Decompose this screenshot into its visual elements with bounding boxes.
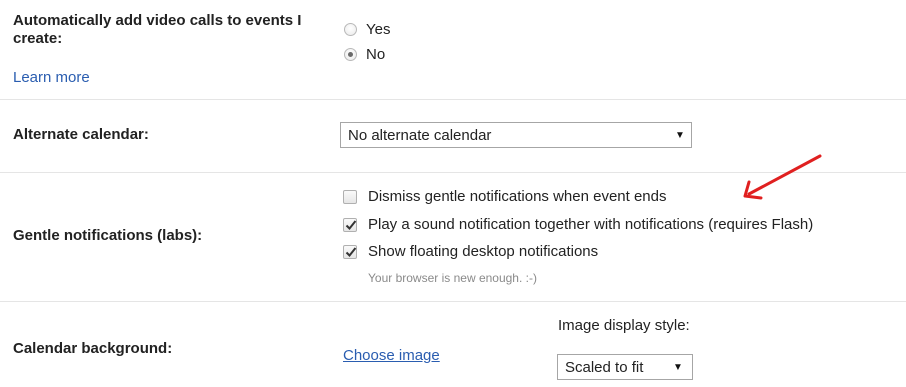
alternate-calendar-select[interactable]: No alternate calendar ▼ [340,122,692,148]
dismiss-gentle-option[interactable]: Dismiss gentle notifications when event … [343,188,743,206]
display-style-select[interactable]: Scaled to fit ▼ [557,354,693,380]
display-style-label: Image display style: [558,317,690,334]
play-sound-option[interactable]: Play a sound notification together with … [343,216,893,234]
dismiss-gentle-checkbox[interactable] [343,190,357,204]
checkmark-icon [345,220,357,230]
chevron-down-icon: ▼ [675,130,685,141]
radio-no-label: No [366,46,386,63]
choose-image-link[interactable]: Choose image [343,347,440,364]
annotation-arrow-icon [743,154,822,200]
learn-more-link[interactable]: Learn more [13,69,90,86]
floating-desktop-label: Show floating desktop notifications [368,243,599,260]
play-sound-label: Play a sound notification together with … [368,216,814,233]
radio-no-option[interactable]: No [344,46,424,64]
display-style-value: Scaled to fit [565,359,644,376]
section-divider [0,99,906,100]
play-sound-checkbox[interactable] [343,218,357,232]
radio-yes[interactable] [344,23,357,36]
browser-note: Your browser is new enough. :-) [368,271,537,285]
checkmark-icon [345,247,357,257]
alternate-calendar-value: No alternate calendar [348,127,492,144]
radio-yes-label: Yes [366,21,391,38]
alternate-calendar-label: Alternate calendar: [13,126,149,143]
radio-yes-option[interactable]: Yes [344,21,424,39]
floating-desktop-checkbox[interactable] [343,245,357,259]
section-divider [0,301,906,302]
chevron-down-icon: ▼ [673,362,683,373]
radio-no[interactable] [344,48,357,61]
dismiss-gentle-label: Dismiss gentle notifications when event … [368,188,667,205]
floating-desktop-option[interactable]: Show floating desktop notifications [343,243,673,261]
video-calls-label: Automatically add video calls to events … [13,12,302,47]
calendar-background-label: Calendar background: [13,340,173,357]
gentle-notifications-label: Gentle notifications (labs): [13,227,203,244]
